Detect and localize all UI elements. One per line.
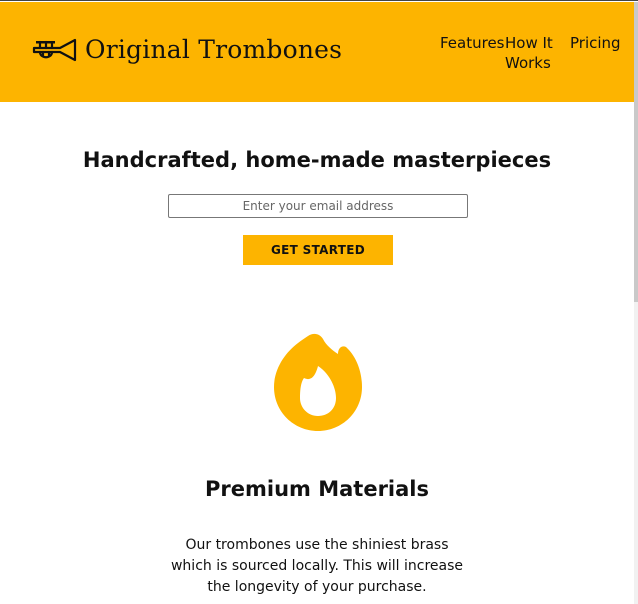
feature-title: Premium Materials xyxy=(205,477,429,501)
feature-description: Our trombones use the shiniest brass whi… xyxy=(170,537,464,595)
site-header: Original Trombones Features How It Works… xyxy=(0,2,634,102)
main-nav: Features How It Works Pricing xyxy=(436,32,626,82)
flame-icon xyxy=(274,332,362,432)
email-input[interactable] xyxy=(168,194,468,218)
nav-link-pricing[interactable]: Pricing xyxy=(570,33,621,53)
brand-name: Original Trombones xyxy=(85,35,343,64)
hero-title: Handcrafted, home-made masterpieces xyxy=(82,148,552,172)
trumpet-icon xyxy=(32,37,77,63)
nav-link-how-it-works[interactable]: How It Works xyxy=(505,33,557,73)
brand-logo[interactable]: Original Trombones xyxy=(32,36,342,64)
vertical-scrollbar[interactable] xyxy=(634,2,638,604)
nav-link-features[interactable]: Features xyxy=(440,33,505,53)
get-started-button[interactable]: GET STARTED xyxy=(243,235,393,265)
scrollbar-thumb[interactable] xyxy=(634,2,638,302)
landing-page: Original Trombones Features How It Works… xyxy=(0,0,638,604)
